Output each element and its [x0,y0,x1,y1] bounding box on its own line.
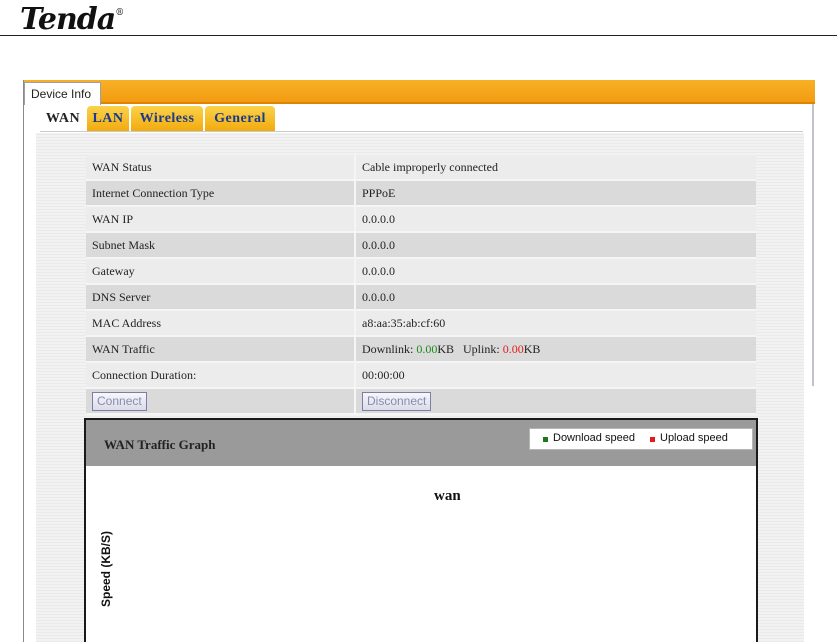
tenda-logo: Tenda® [20,2,124,37]
table-row: MAC Address a8:aa:35:ab:cf:60 [86,311,756,337]
table-row: Connect Disconnect [86,389,756,415]
disconnect-button[interactable]: Disconnect [362,391,432,411]
downlink-label: Downlink: [362,341,414,356]
device-info-tab[interactable]: Device Info [24,82,101,105]
upload-swatch [650,437,655,442]
wan-traffic-value: Downlink: 0.00KB Uplink: 0.00KB [356,337,756,363]
header-rule [0,35,837,36]
graph-title: WAN Traffic Graph [104,437,216,452]
connect-button[interactable]: Connect [92,391,147,411]
y-axis-label: Speed (KB/S) [99,530,113,607]
subnet-mask-label: Subnet Mask [86,233,356,259]
gateway-label: Gateway [86,259,356,285]
table-row: WAN IP 0.0.0.0 [86,207,756,233]
wan-traffic-label: WAN Traffic [86,337,356,363]
table-row: Internet Connection Type PPPoE [86,181,756,207]
uplink-label: Uplink: [463,341,500,356]
connection-duration-value: 00:00:00 [356,363,756,389]
series-title: wan [434,488,461,504]
table-row: DNS Server 0.0.0.0 [86,285,756,311]
downlink-value: 0.00 [416,341,438,356]
gateway-value: 0.0.0.0 [356,259,756,285]
dns-server-label: DNS Server [86,285,356,311]
connection-duration-label: Connection Duration: [86,363,356,389]
wan-ip-label: WAN IP [86,207,356,233]
tab-underline [40,131,803,132]
graph-legend: Download speed Upload speed [529,428,753,450]
wan-ip-value: 0.0.0.0 [356,207,756,233]
tab-wan[interactable]: WAN [40,106,86,132]
mac-address-value: a8:aa:35:ab:cf:60 [356,311,756,337]
dns-server-value: 0.0.0.0 [356,285,756,311]
legend-upload: Upload speed [660,432,728,444]
wan-info-table: WAN Status Cable improperly connected In… [86,155,756,415]
table-row: WAN Status Cable improperly connected [86,155,756,181]
wan-traffic-graph: WAN Traffic Graph Download speed Upload … [84,418,758,642]
uplink-value: 0.00 [502,341,524,356]
wan-status-label: WAN Status [86,155,356,181]
download-swatch [543,437,548,442]
mac-address-label: MAC Address [86,311,356,337]
connection-type-label: Internet Connection Type [86,181,356,207]
uplink-unit: KB [523,341,541,356]
table-row: WAN Traffic Downlink: 0.00KB Uplink: 0.0… [86,337,756,363]
connection-type-value: PPPoE [356,181,756,207]
table-row: Subnet Mask 0.0.0.0 [86,233,756,259]
title-bar [24,80,815,104]
wan-status-value: Cable improperly connected [356,155,756,181]
legend-download: Download speed [553,432,635,444]
table-row: Gateway 0.0.0.0 [86,259,756,285]
disconnect-cell: Disconnect [356,389,756,415]
connect-cell: Connect [86,389,356,415]
tab-lan[interactable]: LAN [87,106,129,132]
graph-header: WAN Traffic Graph Download speed Upload … [86,420,756,466]
downlink-unit: KB [437,341,455,356]
tab-general[interactable]: General [205,106,275,132]
table-row: Connection Duration: 00:00:00 [86,363,756,389]
tab-wireless[interactable]: Wireless [131,106,203,132]
subnet-mask-value: 0.0.0.0 [356,233,756,259]
scrollbar-edge [812,104,814,386]
